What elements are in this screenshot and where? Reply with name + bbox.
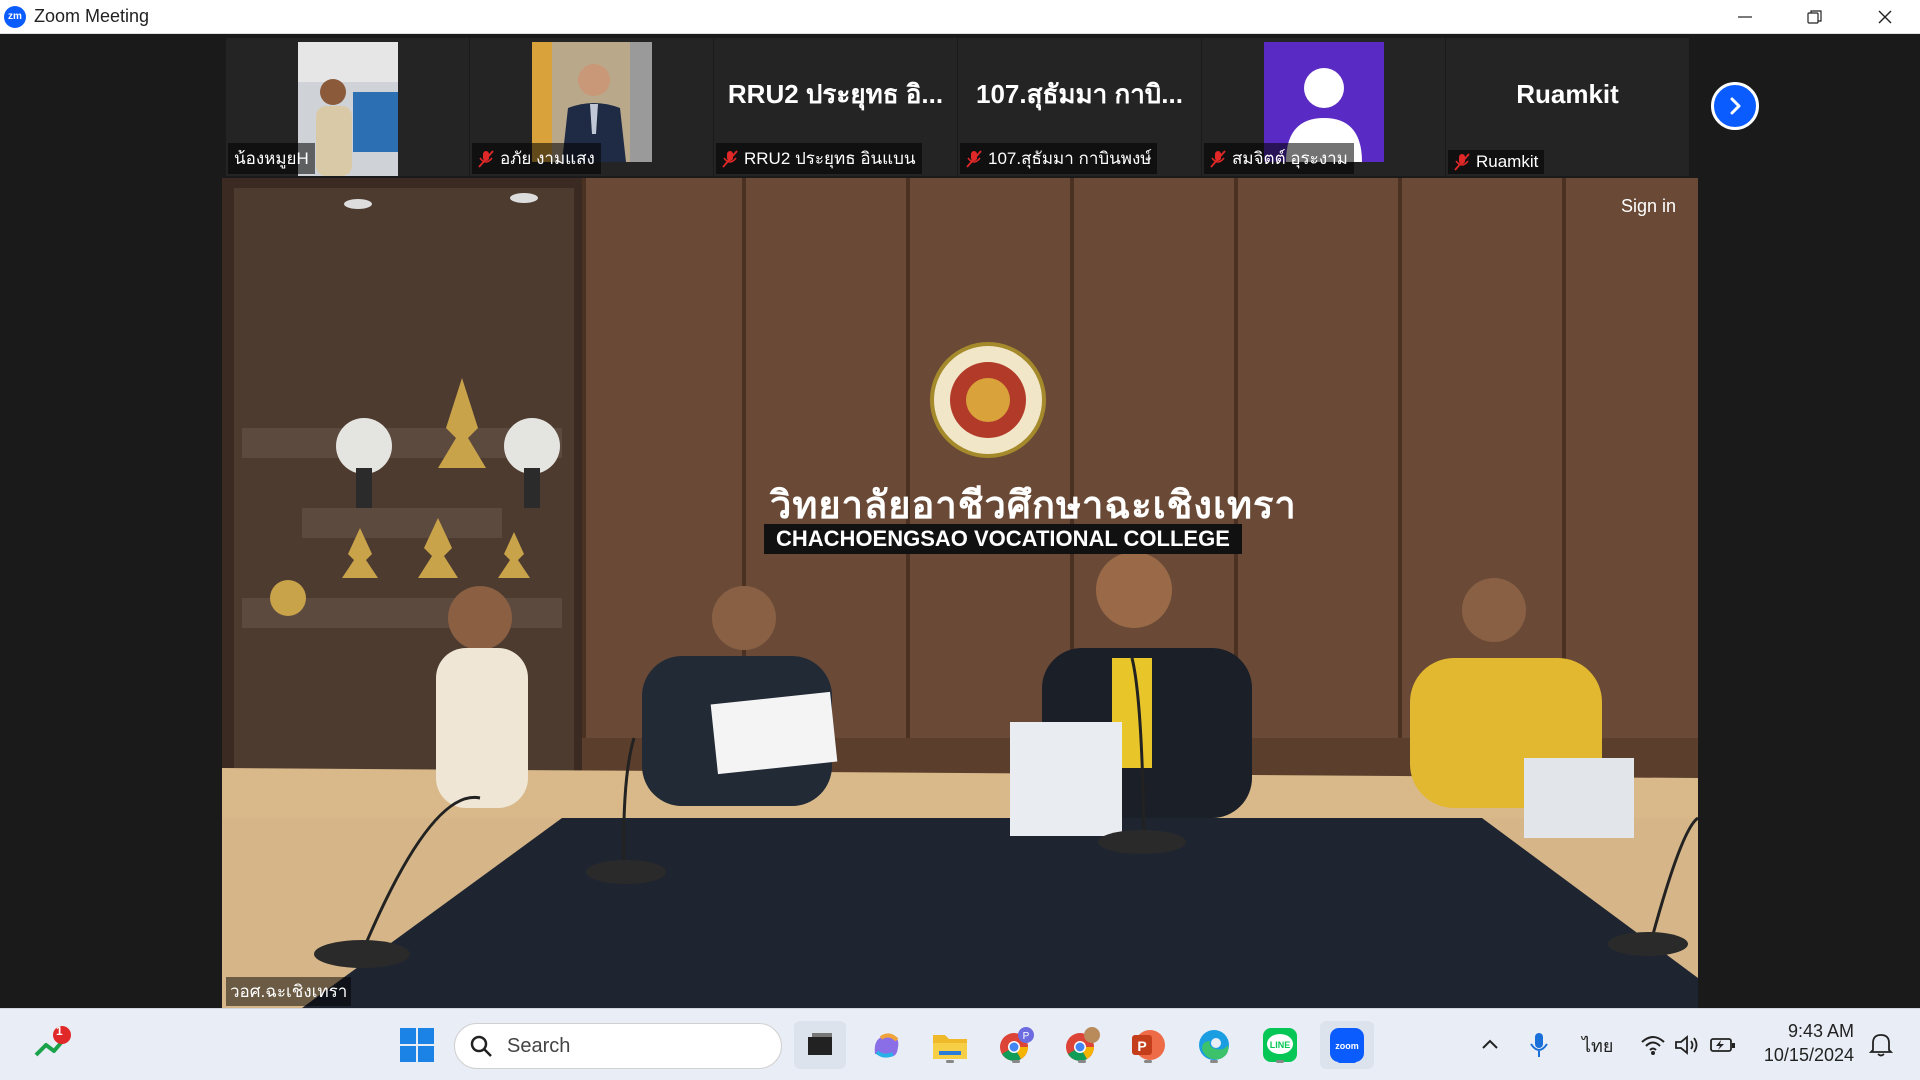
participant-name-tag: 107.สุธัมมา กาบินพงษ์ [960, 143, 1158, 174]
start-button[interactable] [394, 1021, 440, 1069]
notification-badge: 1 [56, 1024, 63, 1038]
participant-tile[interactable]: น้องหมูยH [226, 38, 470, 176]
zoom-app-button[interactable]: zoom [1320, 1021, 1374, 1069]
svg-text:P: P [1137, 1038, 1146, 1054]
running-indicator [1144, 1060, 1152, 1063]
running-indicator [1276, 1060, 1284, 1063]
participant-strip: น้องหมูยH อภัย งามแสง RRU2 ประยุทธ อิ...… [226, 38, 1690, 176]
edge-icon [1199, 1030, 1229, 1060]
next-page-button[interactable] [1711, 82, 1759, 130]
minimize-button[interactable] [1710, 0, 1780, 34]
task-view-icon [808, 1033, 832, 1055]
meeting-stage: น้องหมูยH อภัย งามแสง RRU2 ประยุทธ อิ...… [0, 34, 1920, 1008]
copilot-icon [874, 1033, 899, 1058]
participant-name: สมจิตต์ อุระงาม [1232, 149, 1348, 168]
chevron-right-icon [1730, 97, 1741, 115]
active-window-indicator [1338, 1060, 1356, 1063]
participant-tile[interactable]: 107.สุธัมมา กาบิ... 107.สุธัมมา กาบินพงษ… [958, 38, 1202, 176]
title-bar: zm Zoom Meeting [0, 0, 1920, 34]
chrome-icon [1066, 1027, 1100, 1061]
input-language-indicator[interactable]: ไทย [1582, 1031, 1613, 1060]
running-indicator [1210, 1060, 1218, 1063]
main-video-scene [222, 178, 1698, 1008]
window-controls [1710, 0, 1920, 34]
volume-tray-button[interactable] [1670, 1021, 1704, 1069]
participant-tile[interactable]: Ruamkit Ruamkit [1446, 38, 1690, 176]
svg-text:P: P [1023, 1031, 1030, 1042]
participant-name-tag: Ruamkit [1448, 150, 1545, 174]
zoom-logo-icon: zm [4, 5, 26, 28]
participant-name: Ruamkit [1476, 152, 1539, 171]
taskbar-search-input[interactable]: Search [454, 1023, 782, 1069]
edge-button[interactable] [1188, 1021, 1240, 1069]
window-title: Zoom Meeting [34, 6, 150, 26]
windows-logo-icon [400, 1028, 434, 1062]
line-chat-icon: LINE [1263, 1028, 1297, 1062]
sign-in-link[interactable]: Sign in [1621, 196, 1676, 217]
mic-muted-icon [1210, 149, 1226, 168]
bell-icon [1869, 1034, 1893, 1057]
restore-icon [1807, 10, 1822, 24]
chrome-profile-button[interactable] [1056, 1021, 1108, 1069]
participant-name-tag: สมจิตต์ อุระงาม [1204, 143, 1354, 174]
chevron-up-icon [1482, 1039, 1498, 1049]
powerpoint-icon: P [1132, 1030, 1165, 1060]
running-indicator [946, 1060, 954, 1063]
close-icon [1878, 10, 1892, 24]
participant-tile[interactable]: สมจิตต์ อุระงาม [1202, 38, 1446, 176]
speaker-icon [1675, 1035, 1698, 1055]
show-hidden-icons-button[interactable] [1474, 1021, 1506, 1069]
file-explorer-button[interactable] [924, 1021, 976, 1069]
clock-time[interactable]: 9:43 AM [1784, 1021, 1854, 1042]
participant-display-name: Ruamkit [1516, 78, 1619, 109]
battery-charging-icon [1710, 1038, 1735, 1052]
mic-muted-icon [966, 149, 982, 168]
mic-muted-icon [478, 149, 494, 168]
wifi-tray-button[interactable] [1636, 1021, 1670, 1069]
main-video[interactable]: วิทยาลัยอาชีวศึกษาฉะเชิงเทรา CHACHOENGSA… [222, 178, 1698, 1008]
copilot-button[interactable] [860, 1021, 912, 1069]
restore-button[interactable] [1780, 0, 1850, 34]
participant-name-tag: อภัย งามแสง [472, 143, 601, 174]
close-button[interactable] [1850, 0, 1920, 34]
participant-display-name: RRU2 ประยุทธ อิ... [727, 78, 944, 109]
microphone-icon [1530, 1033, 1548, 1057]
stocks-widget-button[interactable]: 1 [28, 1021, 76, 1069]
participant-tile[interactable]: RRU2 ประยุทธ อิ... RRU2 ประยุทธ อินแบน [714, 38, 958, 176]
mic-muted-icon [722, 149, 738, 168]
task-view-button[interactable] [794, 1021, 846, 1069]
search-placeholder: Search [507, 1034, 571, 1057]
wall-sign-english: CHACHOENGSAO VOCATIONAL COLLEGE [764, 524, 1242, 554]
microphone-tray-button[interactable] [1522, 1021, 1556, 1069]
running-indicator [1078, 1060, 1086, 1063]
speaker-name-tag: วอศ.ฉะเชิงเทรา [226, 977, 352, 1006]
chrome-icon: P [1000, 1027, 1034, 1061]
windows-taskbar: 1 Search P P LINE zoom ไทย 9:43 AM 10/15… [0, 1008, 1920, 1080]
svg-text:zoom: zoom [1335, 1041, 1359, 1051]
line-app-button[interactable]: LINE [1254, 1021, 1306, 1069]
participant-name-tag: RRU2 ประยุทธ อินแบน [716, 143, 922, 174]
participant-name: 107.สุธัมมา กาบินพงษ์ [988, 149, 1152, 168]
battery-tray-button[interactable] [1706, 1021, 1740, 1069]
svg-text:LINE: LINE [1270, 1040, 1291, 1050]
wifi-icon [1641, 1036, 1665, 1055]
participant-tile[interactable]: อภัย งามแสง [470, 38, 714, 176]
participant-name-tag: น้องหมูยH [228, 143, 315, 174]
participant-display-name: 107.สุธัมมา กาบิ... [976, 78, 1183, 109]
running-indicator [1012, 1060, 1020, 1063]
participant-name: RRU2 ประยุทธ อินแบน [744, 149, 916, 168]
notification-center-button[interactable] [1864, 1021, 1898, 1069]
folder-icon [933, 1035, 967, 1059]
chrome-profile-p-button[interactable]: P [990, 1021, 1042, 1069]
stocks-chart-icon [34, 1026, 71, 1057]
zoom-icon: zoom [1330, 1028, 1364, 1062]
powerpoint-button[interactable]: P [1122, 1021, 1174, 1069]
participant-name: อภัย งามแสง [500, 149, 595, 168]
minimize-icon [1738, 16, 1752, 18]
participant-name: น้องหมูยH [234, 149, 309, 168]
clock-date[interactable]: 10/15/2024 [1760, 1045, 1854, 1066]
search-icon [470, 1035, 492, 1057]
mic-muted-icon [1454, 153, 1470, 171]
